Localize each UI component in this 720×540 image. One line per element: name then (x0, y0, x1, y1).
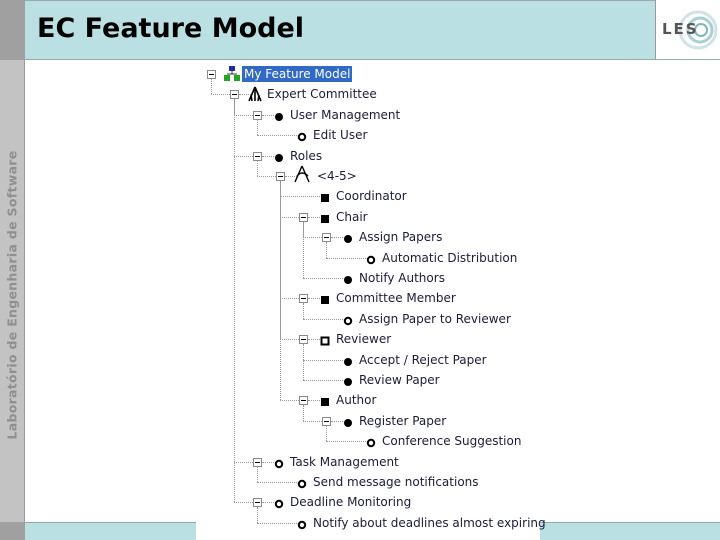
tree-node[interactable]: Conference Suggestion (196, 433, 536, 449)
feature-tree[interactable]: My Feature Model Expert Committee User Man… (196, 62, 546, 540)
tree-node[interactable]: Deadline Monitoring (196, 494, 536, 510)
collapse-toggle[interactable] (230, 90, 239, 100)
tree-node-label: Notify Authors (359, 271, 445, 285)
optional-feature-icon (297, 130, 307, 146)
root-feature-icon (247, 86, 263, 106)
collapse-toggle[interactable] (322, 233, 331, 243)
mandatory-feature-icon (343, 232, 353, 248)
tree-node-label: Accept / Reject Paper (359, 352, 487, 367)
tree-node-label: User Management (290, 107, 401, 122)
tree-node-label: Assign Paper to Reviewer (359, 311, 511, 326)
collapse-toggle[interactable] (276, 172, 285, 181)
tree-node[interactable]: <4-5> (196, 165, 536, 187)
collapse-toggle[interactable] (299, 396, 308, 406)
tree-node[interactable]: Committee Member (196, 290, 536, 306)
collapse-toggle[interactable] (207, 70, 216, 79)
grouped-feature-icon (320, 212, 330, 228)
tree-node[interactable]: Expert Committee (196, 86, 536, 102)
tree-node-label: Task Management (290, 454, 399, 469)
bottom-corner-block (0, 522, 25, 540)
tree-node-label: Register Paper (359, 413, 447, 428)
tree-node[interactable]: Send message notifications (196, 474, 536, 490)
tree-node-label: Coordinator (336, 189, 407, 204)
tree-node-label: Review Paper (359, 373, 440, 387)
slide-title: EC Feature Model (37, 13, 305, 44)
mandatory-feature-icon (343, 273, 353, 289)
tree-node[interactable]: Automatic Distribution (196, 250, 536, 266)
tree-node-label: Reviewer (336, 332, 392, 347)
grouped-feature-icon (320, 395, 330, 411)
mandatory-feature-icon (343, 375, 353, 391)
tree-node[interactable]: Register Paper (196, 413, 536, 429)
tree-node-label: Chair (336, 209, 368, 224)
tree-node-label: My Feature Model (242, 66, 353, 82)
collapse-toggle[interactable] (253, 151, 262, 161)
mandatory-feature-icon (343, 355, 353, 371)
collapse-toggle[interactable] (253, 498, 262, 508)
tree-node[interactable]: Review Paper (196, 372, 536, 388)
tree-node[interactable]: Task Management (196, 454, 536, 470)
slide-header: EC Feature Model (25, 0, 655, 60)
collapse-toggle[interactable] (253, 110, 262, 120)
tree-node[interactable]: Notify Authors (196, 270, 536, 286)
optional-feature-icon (366, 436, 376, 452)
grouped-feature-hollow-icon (320, 334, 330, 350)
tree-node-label: Assign Papers (359, 230, 443, 245)
grouped-feature-icon (320, 293, 330, 309)
tree-node[interactable]: Edit User (196, 127, 536, 143)
logo-text: LES (662, 20, 699, 38)
collapse-toggle[interactable] (322, 416, 331, 426)
mandatory-feature-icon (274, 151, 284, 167)
tree-node[interactable]: My Feature Model (196, 66, 536, 82)
tree-node-label: Author (336, 393, 377, 408)
les-logo: LES (655, 0, 720, 60)
mandatory-feature-icon (343, 416, 353, 432)
tree-node-label: Notify about deadlines almost expiring (313, 515, 546, 530)
feature-model-icon (224, 66, 240, 86)
sidebar: Laboratório de Engenharia de Software (0, 60, 25, 522)
optional-feature-icon (297, 518, 307, 534)
optional-feature-icon (343, 314, 353, 330)
tree-node-label: Deadline Monitoring (290, 495, 412, 510)
optional-feature-icon (274, 497, 284, 513)
tree-node[interactable]: Assign Paper to Reviewer (196, 311, 536, 327)
grouped-feature-icon (320, 191, 330, 207)
optional-feature-icon (297, 477, 307, 493)
tree-node-label: <4-5> (317, 169, 357, 183)
tree-node[interactable]: Reviewer (196, 331, 536, 347)
tree-node[interactable]: Author (196, 392, 536, 408)
tree-node-label: Roles (290, 148, 323, 163)
optional-feature-icon (366, 253, 376, 269)
collapse-toggle[interactable] (299, 212, 308, 222)
tree-node[interactable]: Assign Papers (196, 229, 536, 245)
tree-node-label: Send message notifications (313, 475, 479, 489)
tree-node[interactable]: Chair (196, 209, 536, 225)
tree-node[interactable]: Notify about deadlines almost expiring (196, 515, 546, 534)
tree-node-label: Automatic Distribution (382, 250, 518, 265)
tree-node[interactable]: Accept / Reject Paper (196, 352, 536, 368)
mandatory-feature-icon (274, 110, 284, 126)
collapse-toggle[interactable] (299, 294, 308, 304)
corner-block (0, 0, 25, 60)
collapse-toggle[interactable] (253, 457, 262, 467)
tree-node[interactable]: Coordinator (196, 188, 536, 204)
tree-node[interactable]: User Management (196, 107, 536, 123)
tree-node-label: Conference Suggestion (382, 434, 522, 449)
tree-node-label: Edit User (313, 128, 368, 143)
feature-group-icon (293, 165, 313, 187)
tree-node[interactable]: Roles (196, 148, 536, 164)
collapse-toggle[interactable] (299, 335, 308, 345)
sidebar-lab-name: Laboratório de Engenharia de Software (4, 150, 20, 440)
tree-node-label: Committee Member (336, 291, 456, 306)
optional-feature-icon (274, 457, 284, 473)
tree-node-label: Expert Committee (267, 87, 377, 102)
